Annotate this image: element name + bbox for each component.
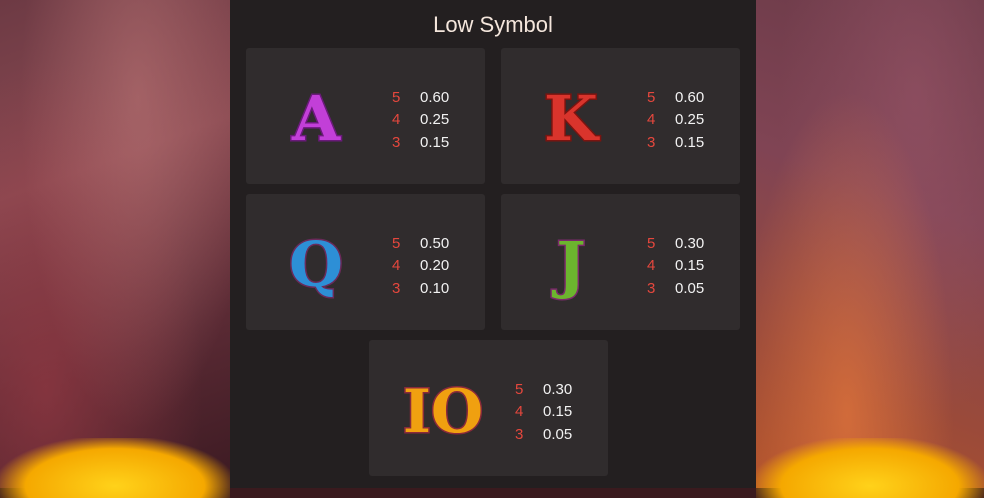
pay-value: 0.15 [675,257,705,275]
pay-value: 0.50 [420,234,450,252]
pay-count: 3 [647,133,656,151]
pay-value: 0.25 [675,111,705,129]
symbol-card-q: Q 5 0.50 4 0.20 3 0.10 [246,194,485,330]
pay-value: 0.20 [420,257,450,275]
paytable-q: 5 0.50 4 0.20 3 0.10 [392,232,449,300]
pay-value: 0.60 [675,88,705,106]
pay-count: 3 [515,425,524,443]
pay-count: 5 [515,380,524,398]
svg-text:IO: IO [403,377,483,447]
symbol-a-icon: A [256,48,376,184]
svg-text:A: A [291,82,341,155]
pay-row: 3 0.15 [647,131,704,154]
pay-row: 5 0.30 [647,232,704,255]
pay-row: 4 0.20 [392,255,449,278]
pay-count: 4 [647,111,656,129]
paytable-10: 5 0.30 4 0.15 3 0.05 [515,378,572,446]
pay-row: 4 0.15 [647,255,704,278]
paytable-a: 5 0.60 4 0.25 3 0.15 [392,86,449,154]
pay-row: 3 0.05 [515,423,572,446]
pay-value: 0.30 [543,380,573,398]
pay-value: 0.15 [675,133,705,151]
pay-count: 5 [392,88,401,106]
pay-count: 4 [647,257,656,275]
symbol-k-icon: K [511,48,631,184]
paytable-panel: Low Symbol A 5 0.60 4 0.25 3 0.15 K 5 0.60 4… [230,0,756,488]
pay-count: 5 [392,234,401,252]
pay-count: 4 [392,257,401,275]
symbol-card-j: J 5 0.30 4 0.15 3 0.05 [501,194,740,330]
pay-row: 5 0.30 [515,378,572,401]
flowers-left [0,438,230,498]
pay-value: 0.60 [420,88,450,106]
pay-count: 3 [392,279,401,297]
pay-value: 0.10 [420,279,450,297]
background-left [0,0,230,488]
pay-count: 4 [515,403,524,421]
pay-count: 3 [647,279,656,297]
svg-text:K: K [544,82,600,155]
pay-row: 4 0.25 [392,109,449,132]
pay-count: 5 [647,88,656,106]
flowers-right [756,438,984,498]
pay-value: 0.05 [543,425,573,443]
background-right [756,0,984,488]
symbol-q-icon: Q [256,194,376,330]
pay-value: 0.30 [675,234,705,252]
pay-value: 0.15 [420,133,450,151]
pay-row: 5 0.50 [392,232,449,255]
symbol-card-10: IO 5 0.30 4 0.15 3 0.05 [369,340,608,476]
paytable-k: 5 0.60 4 0.25 3 0.15 [647,86,704,154]
pay-count: 4 [392,111,401,129]
pay-row: 5 0.60 [647,86,704,109]
pay-row: 5 0.60 [392,86,449,109]
paytable-j: 5 0.30 4 0.15 3 0.05 [647,232,704,300]
pay-row: 3 0.10 [392,277,449,300]
pay-value: 0.25 [420,111,450,129]
page-title: Low Symbol [433,12,553,37]
pay-value: 0.05 [675,279,705,297]
symbol-card-a: A 5 0.60 4 0.25 3 0.15 [246,48,485,184]
pay-row: 3 0.05 [647,277,704,300]
svg-text:J: J [551,228,585,301]
pay-count: 3 [392,133,401,151]
pay-row: 3 0.15 [392,131,449,154]
pay-value: 0.15 [543,403,573,421]
symbol-card-k: K 5 0.60 4 0.25 3 0.15 [501,48,740,184]
svg-text:Q: Q [289,228,343,301]
pay-row: 4 0.25 [647,109,704,132]
symbol-j-icon: J [511,194,631,330]
pay-row: 4 0.15 [515,401,572,424]
pay-count: 5 [647,234,656,252]
symbol-10-icon: IO [383,340,503,476]
